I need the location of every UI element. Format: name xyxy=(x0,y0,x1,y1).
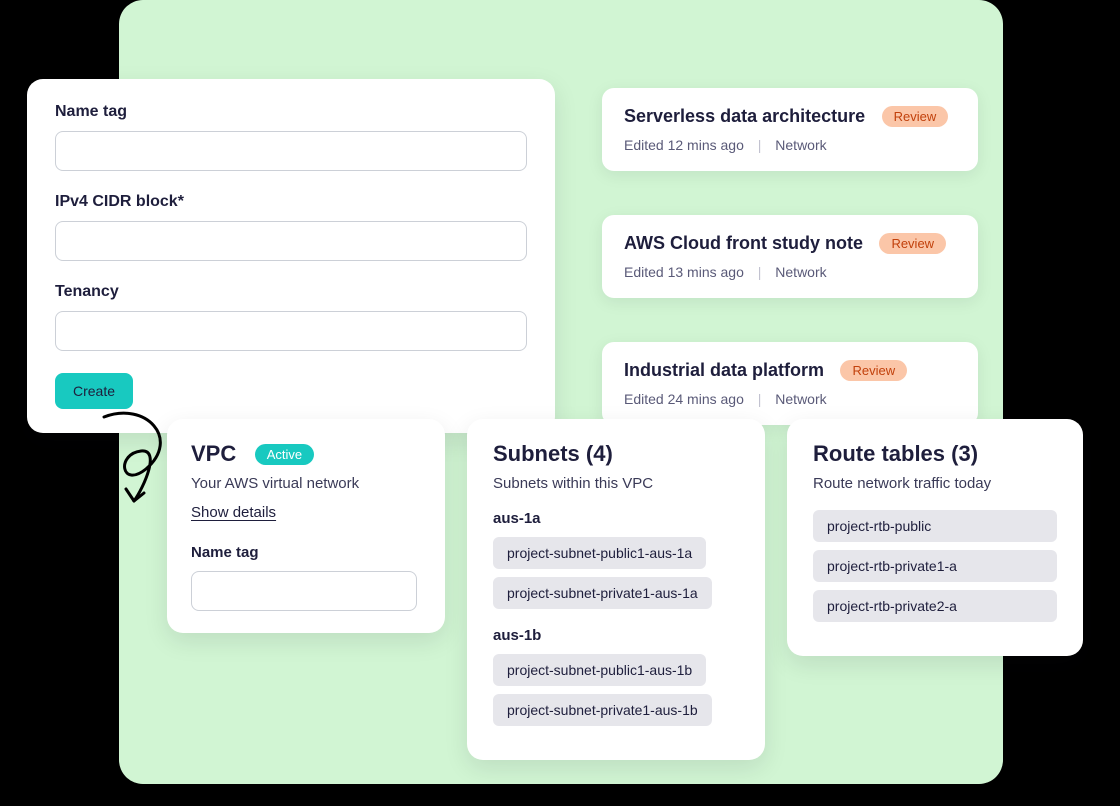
vpc-description: Your AWS virtual network xyxy=(191,475,421,492)
vpc-title: VPC xyxy=(191,441,236,467)
activity-card[interactable]: Serverless data architecture Review Edit… xyxy=(602,88,978,171)
subnets-title: Subnets (4) xyxy=(493,441,739,467)
subnet-item[interactable]: project-subnet-public1-aus-1b xyxy=(493,654,706,686)
tenancy-label: Tenancy xyxy=(55,283,527,301)
status-badge: Review xyxy=(879,233,946,254)
status-badge: Review xyxy=(840,360,907,381)
show-details-link[interactable]: Show details xyxy=(191,504,276,521)
activity-meta: Edited 13 mins ago | Network xyxy=(624,264,956,280)
route-tables-title: Route tables (3) xyxy=(813,441,1057,467)
subnets-subtitle: Subnets within this VPC xyxy=(493,475,739,492)
activity-category: Network xyxy=(775,264,826,280)
status-badge: Review xyxy=(882,106,949,127)
activity-category: Network xyxy=(775,137,826,153)
route-table-item[interactable]: project-rtb-private2-a xyxy=(813,590,1057,622)
subnet-zone-label: aus-1b xyxy=(493,627,739,644)
vpc-name-tag-label: Name tag xyxy=(191,544,421,561)
subnets-card: Subnets (4) Subnets within this VPC aus-… xyxy=(467,419,765,760)
vpc-name-tag-input[interactable] xyxy=(191,571,417,611)
activity-edited: Edited 24 mins ago xyxy=(624,391,744,407)
activity-edited: Edited 13 mins ago xyxy=(624,264,744,280)
cidr-input[interactable] xyxy=(55,221,527,261)
activity-card[interactable]: AWS Cloud front study note Review Edited… xyxy=(602,215,978,298)
create-vpc-form-card: Name tag IPv4 CIDR block* Tenancy Create xyxy=(27,79,555,433)
meta-divider: | xyxy=(758,264,762,280)
vpc-card: VPC Active Your AWS virtual network Show… xyxy=(167,419,445,633)
meta-divider: | xyxy=(758,391,762,407)
route-tables-card: Route tables (3) Route network traffic t… xyxy=(787,419,1083,656)
activity-meta: Edited 12 mins ago | Network xyxy=(624,137,956,153)
vpc-status-badge: Active xyxy=(255,444,314,465)
meta-divider: | xyxy=(758,137,762,153)
subnet-item[interactable]: project-subnet-public1-aus-1a xyxy=(493,537,706,569)
create-button[interactable]: Create xyxy=(55,373,133,409)
activity-category: Network xyxy=(775,391,826,407)
subnet-zone-label: aus-1a xyxy=(493,510,739,527)
route-table-item[interactable]: project-rtb-private1-a xyxy=(813,550,1057,582)
name-tag-label: Name tag xyxy=(55,103,527,121)
activity-title: AWS Cloud front study note xyxy=(624,233,863,254)
activity-meta: Edited 24 mins ago | Network xyxy=(624,391,956,407)
tenancy-input[interactable] xyxy=(55,311,527,351)
subnet-item[interactable]: project-subnet-private1-aus-1b xyxy=(493,694,712,726)
subnet-item[interactable]: project-subnet-private1-aus-1a xyxy=(493,577,712,609)
activity-edited: Edited 12 mins ago xyxy=(624,137,744,153)
activity-title: Industrial data platform xyxy=(624,360,824,381)
activity-title: Serverless data architecture xyxy=(624,106,865,127)
activity-card[interactable]: Industrial data platform Review Edited 2… xyxy=(602,342,978,425)
name-tag-input[interactable] xyxy=(55,131,527,171)
route-tables-subtitle: Route network traffic today xyxy=(813,475,1057,492)
route-table-item[interactable]: project-rtb-public xyxy=(813,510,1057,542)
cidr-label: IPv4 CIDR block* xyxy=(55,193,527,211)
